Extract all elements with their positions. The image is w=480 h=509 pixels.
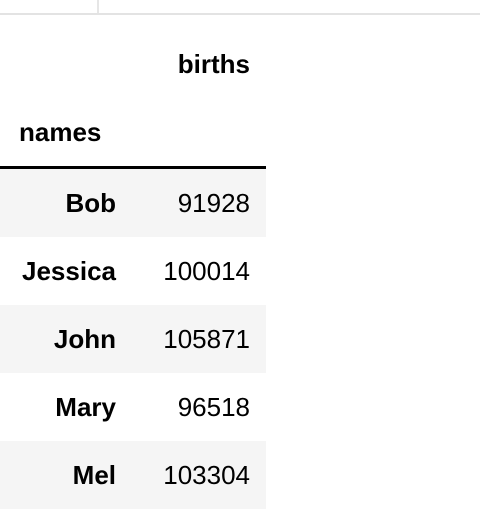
table-row: Jessica 100014 <box>0 237 266 305</box>
row-index-label: Mary <box>55 392 116 422</box>
row-index-label: John <box>53 324 116 354</box>
row-index-label: Mel <box>72 460 116 490</box>
births-cell: 91928 <box>177 188 250 218</box>
row-index-label: Bob <box>65 188 116 218</box>
table-row: Mary 96518 <box>0 373 266 441</box>
births-cell: 100014 <box>163 256 250 286</box>
index-name-row-empty-cell <box>128 98 266 169</box>
column-header-row: births <box>0 30 266 98</box>
index-corner-cell <box>0 30 128 98</box>
column-header-births: births <box>177 49 250 79</box>
cell-prompt-divider <box>97 0 99 13</box>
dataframe-table: births names Bob 91928 Jessica 100014 Jo… <box>0 30 266 509</box>
table-row: John 105871 <box>0 305 266 373</box>
index-name-row: names <box>0 98 266 169</box>
table-row: Bob 91928 <box>0 167 266 237</box>
index-name-header: names <box>0 98 128 169</box>
births-cell: 96518 <box>177 392 250 422</box>
row-index-label: Jessica <box>22 256 116 286</box>
births-cell: 105871 <box>163 324 250 354</box>
notebook-cell-top-border <box>0 0 480 15</box>
table-row: Mel 103304 <box>0 441 266 509</box>
births-cell: 103304 <box>163 460 250 490</box>
